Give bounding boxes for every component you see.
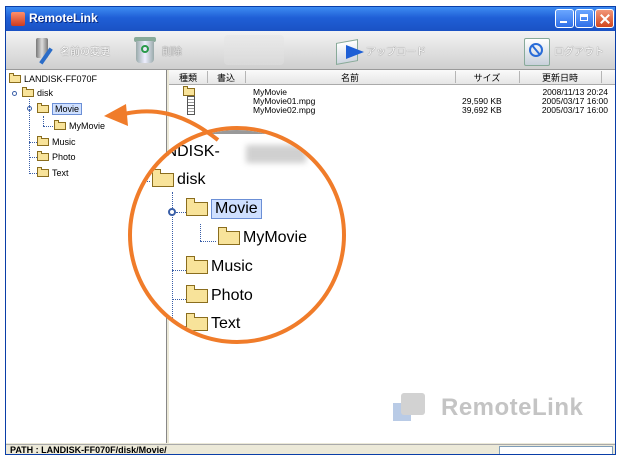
window-title: RemoteLink: [29, 11, 98, 25]
column-header-date[interactable]: 更新日時: [519, 71, 602, 83]
tree-photo-label: Photo: [52, 152, 76, 162]
row-date: 2005/03/17 16:00: [541, 105, 608, 115]
upload-button[interactable]: アップロード: [334, 33, 426, 67]
table-row[interactable]: MyMovie02.mpg 39,692 KB 2005/03/17 16:00: [169, 105, 615, 115]
row-size: 39,692 KB: [462, 105, 502, 115]
trash-icon: [130, 35, 160, 65]
zoom-root-label: LANDISK-: [146, 143, 220, 160]
column-header-write[interactable]: 書込: [207, 71, 246, 83]
column-header-name[interactable]: 名前: [245, 71, 456, 83]
zoom-disk-label: disk: [177, 171, 206, 188]
tree-node-disk[interactable]: disk: [22, 87, 53, 99]
folder-icon: [9, 73, 21, 83]
zoom-mymovie-label: MyMovie: [243, 229, 308, 246]
expand-toggle-disk[interactable]: [12, 91, 17, 96]
tree-music-label: Music: [52, 137, 76, 147]
tree-node-movie[interactable]: Movie: [37, 103, 83, 115]
folder-icon: [218, 227, 240, 245]
toolbar: 名前の変更 削除 アップロード ログアウト: [6, 31, 615, 70]
download-icon: [224, 35, 284, 65]
zoom-node-music: Music: [186, 256, 253, 276]
delete-label: 削除: [162, 46, 182, 58]
rename-icon: [28, 35, 58, 65]
folder-icon: [186, 256, 208, 274]
zoom-node-photo: Photo: [186, 285, 253, 305]
zoom-node-mymovie: MyMovie: [218, 227, 308, 247]
tree-node-photo[interactable]: Photo: [37, 151, 76, 163]
folder-icon: [37, 136, 49, 146]
status-path: PATH : LANDISK-FF070F/disk/Movie/: [10, 445, 167, 455]
zoom-node-disk: disk: [152, 169, 206, 189]
folder-icon: [22, 87, 34, 97]
column-header-size[interactable]: サイズ: [455, 71, 520, 83]
folder-icon: [37, 103, 49, 113]
folder-icon: [183, 86, 195, 96]
rename-label: 名前の変更: [60, 46, 110, 58]
folder-icon: [186, 285, 208, 303]
remotelink-watermark: RemoteLink: [393, 393, 583, 423]
status-bar: PATH : LANDISK-FF070F/disk/Movie/: [6, 444, 615, 455]
tree-disk-label: disk: [37, 88, 54, 98]
zoom-node-movie: Movie: [186, 198, 262, 219]
tree-text-label: Text: [52, 168, 69, 178]
app-logo-icon: [11, 12, 25, 26]
zoom-callout: LANDISK- disk Movie MyMovie Music Photo …: [128, 126, 346, 344]
column-header-type[interactable]: 種類: [169, 71, 208, 83]
upload-label: アップロード: [366, 46, 426, 58]
folder-icon: [186, 313, 208, 331]
tree-node-music[interactable]: Music: [37, 136, 76, 148]
zoom-text-label: Text: [211, 315, 241, 332]
rename-button[interactable]: 名前の変更: [28, 33, 110, 67]
logout-button[interactable]: ログアウト: [522, 33, 604, 67]
progress-bar: [499, 446, 613, 454]
maximize-button[interactable]: [575, 9, 594, 28]
redacted-area: [246, 145, 306, 163]
tree-node-mymovie[interactable]: MyMovie: [54, 120, 105, 132]
folder-icon: [186, 198, 208, 216]
file-icon: [187, 105, 195, 115]
upload-icon: [334, 35, 364, 65]
tree-node-text[interactable]: Text: [37, 167, 69, 179]
delete-button[interactable]: 削除: [130, 33, 182, 67]
zoom-expand-toggle: [168, 208, 176, 216]
zoom-node-text: Text: [186, 313, 241, 333]
expand-toggle-movie[interactable]: [27, 106, 32, 111]
folder-icon: [54, 120, 66, 130]
tree-mymovie-label: MyMovie: [69, 121, 106, 131]
watermark-text: RemoteLink: [441, 394, 584, 421]
zoom-movie-label: Movie: [211, 199, 262, 219]
zoom-node-root: LANDISK-: [146, 143, 220, 161]
logout-icon: [522, 35, 552, 66]
zoom-photo-label: Photo: [211, 287, 253, 304]
minimize-button[interactable]: [555, 9, 574, 28]
row-name: MyMovie02.mpg: [253, 105, 316, 115]
logout-label: ログアウト: [554, 46, 604, 58]
close-button[interactable]: [595, 9, 614, 28]
download-button[interactable]: [224, 33, 284, 67]
title-bar[interactable]: RemoteLink: [6, 7, 615, 31]
folder-icon: [37, 167, 49, 177]
tree-node-root[interactable]: LANDISK-FF070F: [9, 73, 97, 85]
folder-icon: [37, 151, 49, 161]
folder-icon: [152, 169, 174, 187]
remotelink-logo-icon: [393, 393, 429, 423]
list-header: 種類 書込 名前 サイズ 更新日時: [169, 70, 615, 85]
tree-movie-label: Movie: [52, 103, 83, 115]
tree-root-label: LANDISK-FF070F: [24, 74, 98, 84]
zoom-music-label: Music: [211, 258, 253, 275]
